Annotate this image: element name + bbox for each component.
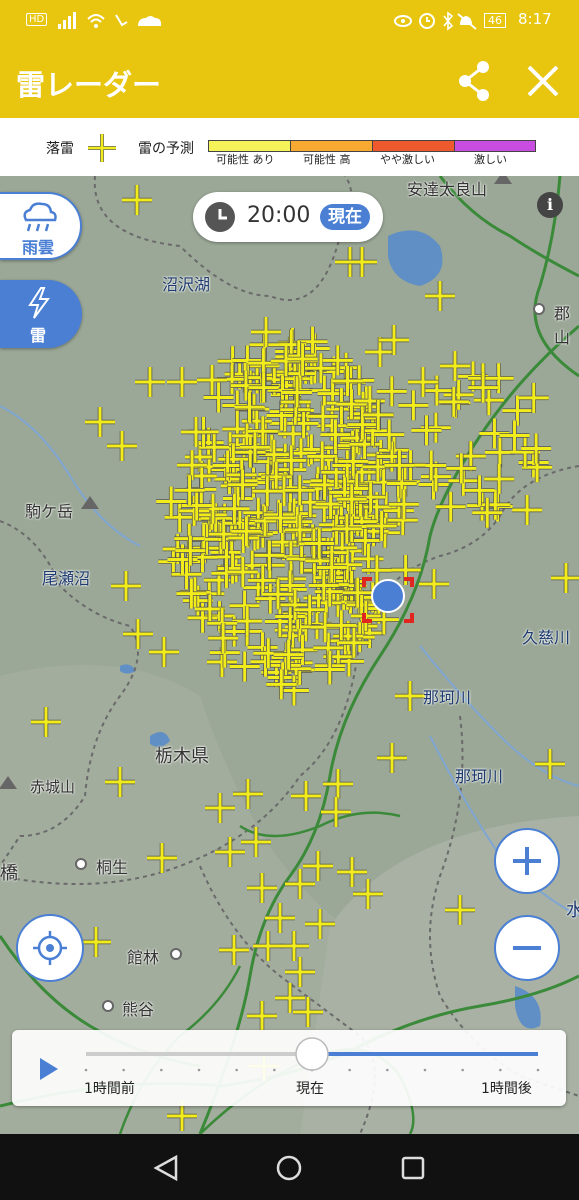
close-icon: [527, 65, 559, 97]
map-label-hashi: 橋: [0, 863, 18, 884]
timeline-now-label: 現在: [296, 1081, 324, 1097]
timeline-panel: 1時間前 現在 1時間後: [12, 1030, 566, 1106]
status-bar: HD 46 8:17: [0, 0, 579, 44]
map-label-koriyama: 郡山: [554, 304, 571, 347]
strike-label: 落雷: [46, 141, 74, 157]
map-label-mito: 水: [566, 900, 579, 921]
play-icon[interactable]: [36, 1056, 60, 1082]
close-button[interactable]: [520, 58, 566, 104]
forecast-label: 雷の予測: [138, 141, 194, 157]
app-header: 雷レーダー: [0, 44, 579, 118]
locate-me-button[interactable]: [16, 914, 84, 982]
system-nav-bar: [0, 1134, 579, 1200]
map-label-nakagawa-2: 那珂川: [455, 767, 504, 786]
recents-icon[interactable]: [399, 1154, 427, 1182]
rain-cloud-layer-button[interactable]: 雨雲: [0, 192, 82, 260]
status-icons: [394, 11, 477, 31]
map-label-kiryu: 桐生: [96, 858, 129, 877]
level-label-4: 激しい: [474, 153, 507, 166]
map-background: [0, 176, 579, 1134]
level-label-1: 可能性 あり: [216, 153, 275, 166]
battery-icon: 46: [484, 13, 506, 28]
city-dot-kumagaya: [102, 1000, 114, 1012]
hd-indicator: HD: [26, 13, 48, 26]
city-dot-kiryu: [75, 858, 87, 870]
map-label-adatara: 安達太良山: [407, 180, 488, 199]
map-label-nakagawa-1: 那珂川: [423, 688, 472, 707]
timeline-end-label: 1時間後: [481, 1081, 532, 1097]
legend-bar: 落雷 雷の予測 可能性 あり 可能性 高 やや激しい 激しい: [0, 118, 579, 177]
timeline-thumb[interactable]: [295, 1037, 329, 1071]
lightning-label: 雷: [29, 326, 46, 345]
map-label-kumagaya: 熊谷: [122, 1000, 155, 1019]
page-title: 雷レーダー: [16, 68, 162, 102]
share-button[interactable]: [455, 58, 495, 104]
level-label-2: 可能性 高: [303, 153, 351, 166]
map-label-akagi: 赤城山: [30, 778, 76, 796]
map-label-tochigi: 栃木県: [155, 746, 209, 767]
level-label-3: やや激しい: [380, 153, 435, 166]
rain-cloud-label: 雨雲: [21, 238, 54, 257]
plus-icon: [513, 847, 541, 875]
clock-time: 8:17: [518, 10, 552, 28]
rain-cloud-icon: [23, 202, 57, 232]
strike-legend-icon: [88, 134, 116, 162]
map-label-komagatake: 駒ケ岳: [25, 502, 74, 521]
current-time: 20:00: [247, 203, 311, 228]
city-dot-koriyama: [533, 303, 545, 315]
home-icon[interactable]: [275, 1154, 303, 1182]
clock-icon: [205, 202, 235, 232]
lightning-layer-button[interactable]: 雷: [0, 280, 82, 348]
map-label-oze: 尾瀬沼: [42, 569, 91, 588]
city-dot-tatebayashi: [170, 948, 182, 960]
info-icon[interactable]: i: [537, 192, 563, 218]
zoom-in-button[interactable]: [494, 828, 560, 894]
timeline-start-label: 1時間前: [84, 1081, 135, 1097]
share-icon: [459, 61, 489, 101]
map-label-tatebayashi: 館林: [127, 948, 160, 967]
back-icon[interactable]: [152, 1154, 180, 1182]
map-view[interactable]: 安達太良山 沼沢湖 郡山 駒ケ岳 尾瀬沼 久慈川 那珂川 那珂川 栃木県 赤城山…: [0, 176, 579, 1134]
lightning-bolt-icon: [28, 287, 50, 319]
crosshair-icon: [33, 931, 67, 965]
timeline-track[interactable]: [82, 1036, 552, 1078]
zoom-out-button[interactable]: [494, 915, 560, 981]
minus-icon: [513, 946, 541, 950]
now-badge: 現在: [320, 204, 370, 230]
time-indicator[interactable]: 20:00 現在: [193, 192, 383, 242]
map-label-numazawa: 沼沢湖: [162, 275, 211, 294]
signal-wifi-icons: [58, 12, 162, 29]
map-label-kujigawa: 久慈川: [522, 628, 571, 647]
